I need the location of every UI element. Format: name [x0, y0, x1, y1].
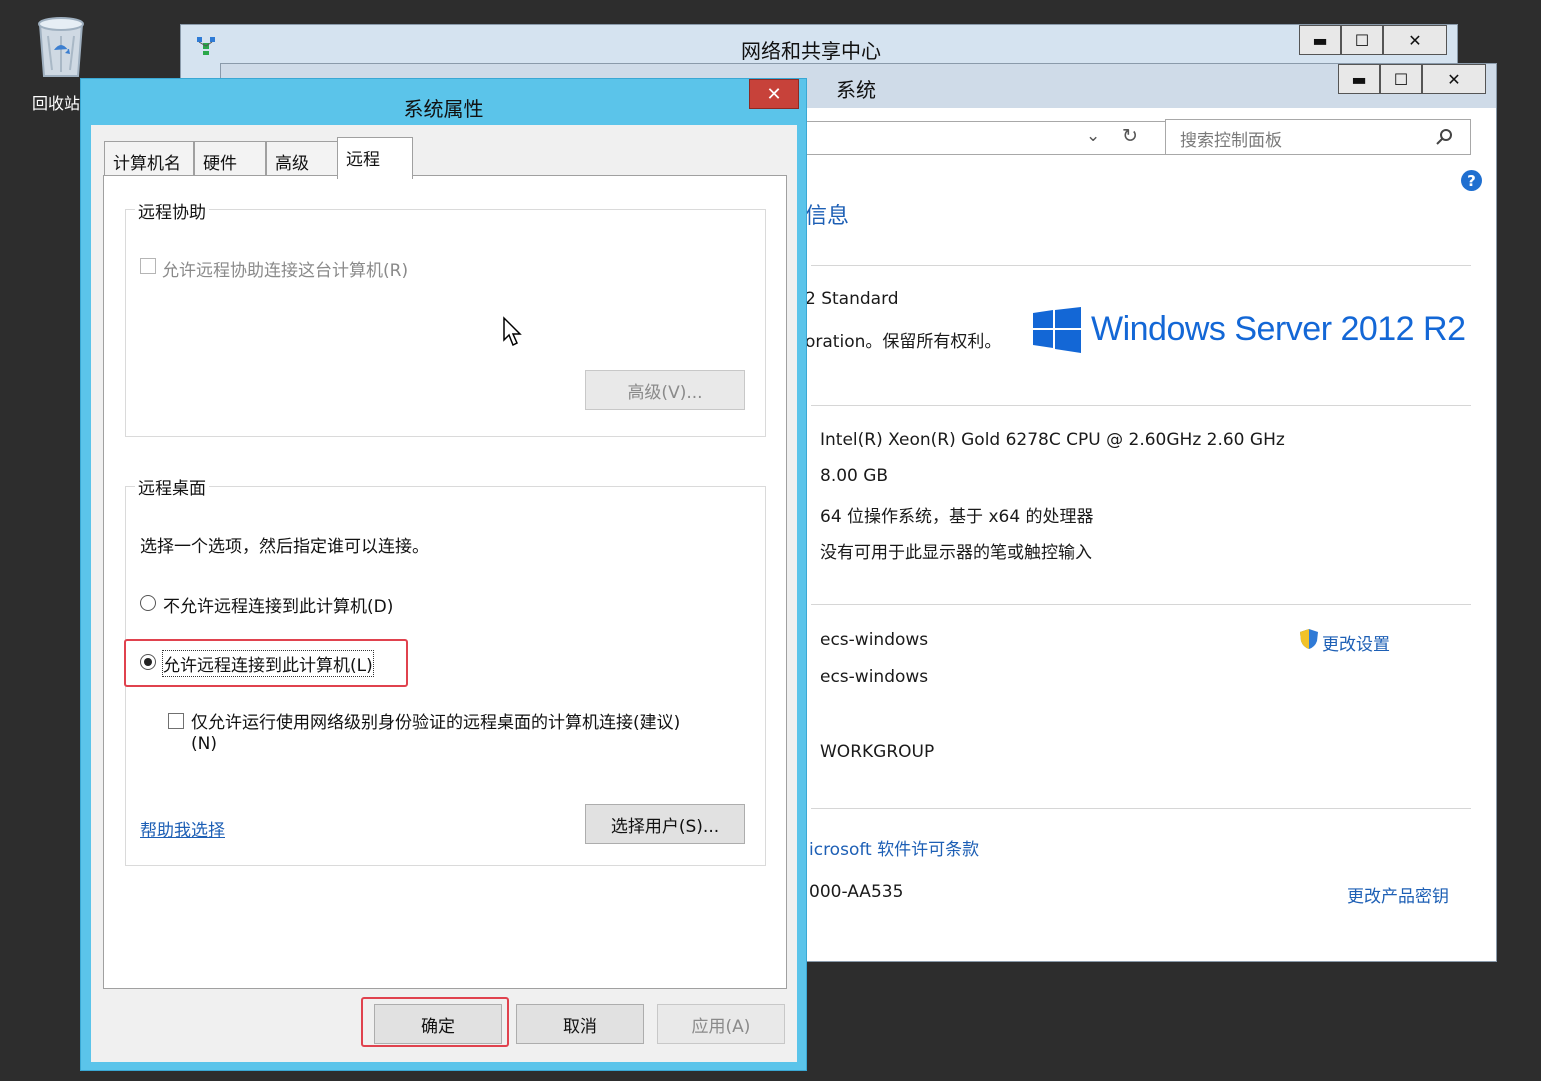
close-button[interactable]: ✕	[1422, 64, 1486, 94]
workgroup-value: WORKGROUP	[820, 742, 935, 762]
allow-remote-assistance-checkbox[interactable]	[140, 258, 156, 274]
dialog-body: 计算机名 硬件 高级 远程 远程协助 允许远程协助连接这台计算机(R) 高级(V…	[91, 125, 797, 1062]
tab-advanced[interactable]: 高级	[266, 141, 338, 175]
advanced-button[interactable]: 高级(V)...	[585, 370, 745, 410]
search-input[interactable]: 搜索控制面板	[1165, 119, 1471, 155]
windows-logo-icon	[1033, 307, 1081, 353]
ok-button[interactable]: 确定	[374, 1004, 502, 1044]
close-button[interactable]: ✕	[1383, 25, 1447, 55]
network-icon	[197, 37, 215, 55]
tab-remote[interactable]: 远程	[337, 137, 413, 179]
divider	[811, 808, 1471, 809]
divider	[811, 265, 1471, 266]
dialog-title: 系统属性	[403, 97, 484, 121]
chevron-down-icon[interactable]: ⌄	[1086, 126, 1100, 146]
nla-only-label-shortcut: (N)	[191, 734, 217, 754]
maximize-button[interactable]: ☐	[1341, 25, 1383, 55]
nla-only-checkbox[interactable]	[168, 713, 184, 729]
windows-edition: 2 Standard	[805, 289, 899, 309]
computer-name-value: ecs-windows	[820, 630, 929, 650]
remote-assistance-label: 远程协助	[135, 198, 209, 223]
product-id-value: 000-AA535	[809, 882, 904, 902]
disallow-remote-radio[interactable]	[140, 595, 156, 611]
remote-desktop-label: 远程桌面	[135, 474, 209, 499]
system-type-value: 64 位操作系统，基于 x64 的处理器	[820, 507, 1094, 527]
tab-computer-name[interactable]: 计算机名	[104, 141, 194, 175]
change-settings-link[interactable]: 更改设置	[1322, 630, 1390, 655]
help-me-choose-link[interactable]: 帮助我选择	[140, 816, 225, 841]
refresh-icon[interactable]: ↻	[1122, 125, 1138, 147]
minimize-button[interactable]: ▬	[1338, 64, 1380, 94]
search-placeholder: 搜索控制面板	[1180, 131, 1282, 151]
nla-only-label: 仅允许运行使用网络级别身份验证的远程桌面的计算机连接(建议)	[191, 713, 681, 733]
allow-remote-assistance-label: 允许远程协助连接这台计算机(R)	[162, 261, 409, 281]
disallow-remote-label: 不允许远程连接到此计算机(D)	[163, 597, 394, 617]
allow-remote-highlight	[124, 639, 408, 687]
mouse-cursor-icon	[503, 316, 522, 347]
window-title: 网络和共享中心	[741, 39, 881, 63]
window-title: 系统	[836, 78, 876, 102]
search-icon[interactable]	[1436, 128, 1454, 146]
recycle-bin-icon	[38, 17, 84, 77]
processor-value: Intel(R) Xeon(R) Gold 6278C CPU @ 2.60GH…	[820, 430, 1285, 450]
remote-tab-panel: 远程协助 允许远程协助连接这台计算机(R) 高级(V)... 远程桌面 选择一个…	[103, 175, 787, 989]
shield-icon	[1300, 629, 1318, 649]
recycle-bin-label: 回收站	[32, 94, 81, 113]
minimize-button[interactable]: ▬	[1299, 25, 1341, 55]
license-terms-link[interactable]: icrosoft 软件许可条款	[809, 835, 979, 860]
select-users-button[interactable]: 选择用户(S)...	[585, 804, 745, 844]
cancel-button[interactable]: 取消	[516, 1004, 644, 1044]
help-icon[interactable]: ?	[1461, 170, 1482, 191]
memory-value: 8.00 GB	[820, 466, 889, 486]
tab-hardware[interactable]: 硬件	[194, 141, 266, 175]
section-heading: 信息	[805, 204, 850, 229]
maximize-button[interactable]: ☐	[1380, 64, 1422, 94]
divider	[811, 604, 1471, 605]
full-computer-name-value: ecs-windows	[820, 667, 929, 687]
divider	[811, 405, 1471, 406]
system-properties-dialog[interactable]: 系统属性 ✕ 计算机名 硬件 高级 远程 远程协助 允许远程协助连接这台计算机(…	[80, 78, 807, 1071]
change-product-key-link[interactable]: 更改产品密钥	[1347, 882, 1449, 907]
address-bar[interactable]: ⌄ ↻	[801, 121, 1167, 155]
remote-desktop-description: 选择一个选项，然后指定谁可以连接。	[140, 537, 429, 557]
dialog-close-button[interactable]: ✕	[749, 79, 799, 109]
pen-touch-value: 没有可用于此显示器的笔或触控输入	[820, 543, 1092, 563]
copyright-text: oration。保留所有权利。	[805, 332, 1002, 352]
apply-button[interactable]: 应用(A)	[657, 1004, 785, 1044]
windows-server-logo-text: Windows Server 2012 R2	[1091, 310, 1466, 348]
